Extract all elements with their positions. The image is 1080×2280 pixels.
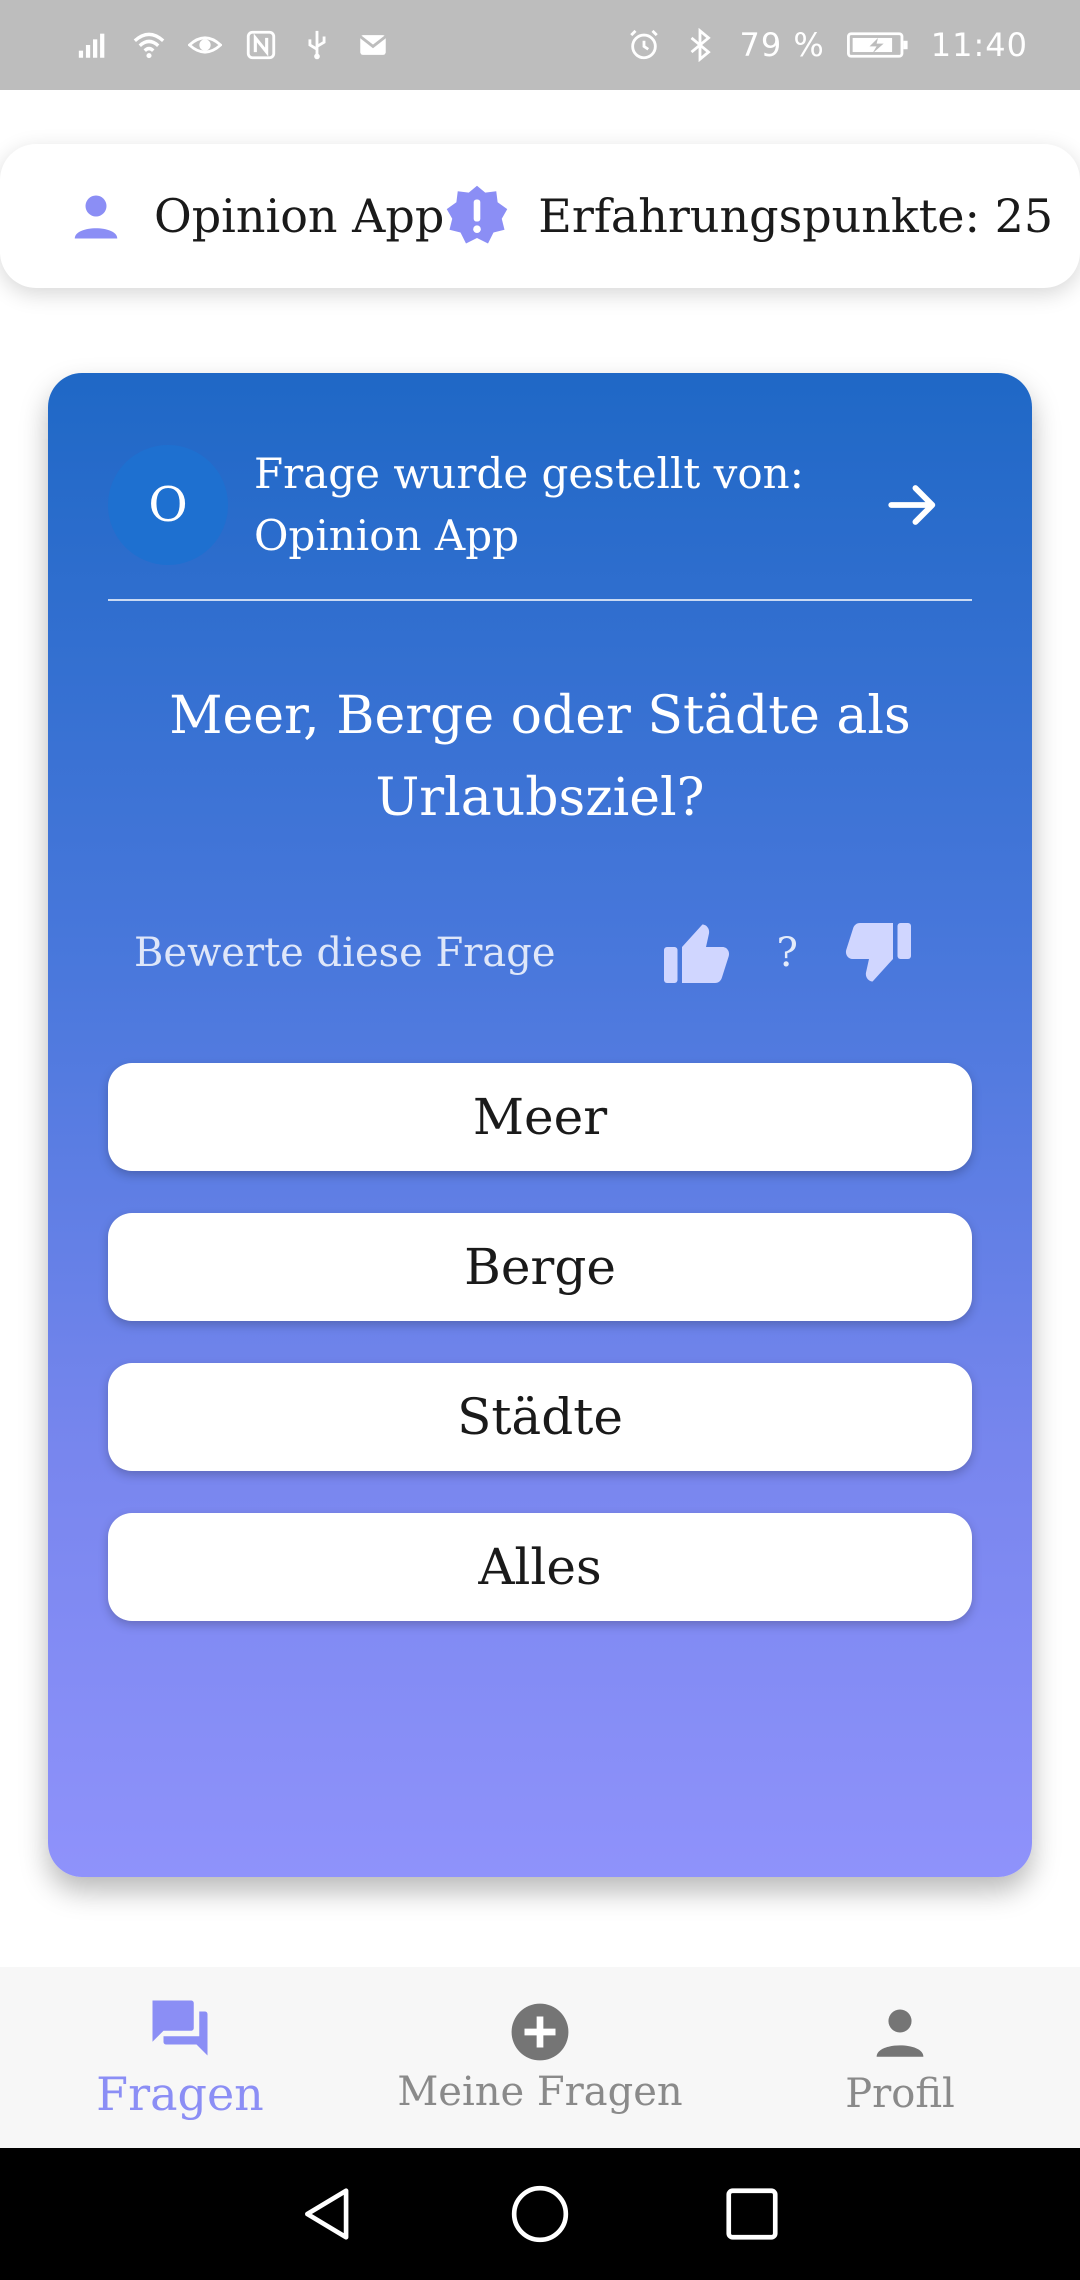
answer-button-alles[interactable]: Alles xyxy=(108,1513,972,1621)
bottom-navigation: Fragen Meine Fragen Profil xyxy=(0,1967,1080,2148)
back-icon[interactable] xyxy=(297,2183,359,2245)
nav-item-fragen[interactable]: Fragen xyxy=(0,1967,360,2148)
asked-by-label: Frage wurde gestellt von: xyxy=(254,449,804,498)
nav-label-profil: Profil xyxy=(845,2070,955,2117)
nav-item-profil[interactable]: Profil xyxy=(720,1967,1080,2148)
asker-row[interactable]: O Frage wurde gestellt von: Opinion App xyxy=(108,445,972,565)
recents-icon[interactable] xyxy=(721,2183,783,2245)
answer-button-meer[interactable]: Meer xyxy=(108,1063,972,1171)
asked-by-name: Opinion App xyxy=(254,511,520,560)
rating-row: Bewerte diese Frage ? xyxy=(134,913,914,993)
clock: 11:40 xyxy=(930,26,1028,64)
answer-button-staedte[interactable]: Städte xyxy=(108,1363,972,1471)
avatar: O xyxy=(108,445,228,565)
forum-icon xyxy=(147,1995,213,2061)
badge-alert-icon xyxy=(444,183,510,249)
add-circle-icon xyxy=(509,2001,571,2063)
answer-button-berge[interactable]: Berge xyxy=(108,1213,972,1321)
question-card: O Frage wurde gestellt von: Opinion App … xyxy=(48,373,1032,1877)
thumbs-up-icon[interactable] xyxy=(661,917,733,989)
rating-value: ? xyxy=(776,930,798,976)
eye-icon xyxy=(188,28,222,62)
answer-list: Meer Berge Städte Alles xyxy=(108,1063,972,1663)
nfc-icon xyxy=(244,28,278,62)
nav-label-meine-fragen: Meine Fragen xyxy=(397,2068,683,2115)
arrow-right-icon[interactable] xyxy=(884,476,942,534)
person-icon xyxy=(66,186,126,246)
battery-charging-icon xyxy=(846,28,909,62)
app-title: Opinion App xyxy=(154,189,445,243)
system-navigation-bar xyxy=(0,2148,1080,2280)
status-icons-right: 79 % 11:40 xyxy=(627,26,1028,64)
screen: 79 % 11:40 Opinion App Erfahrungspunkte:… xyxy=(0,0,1080,2280)
wifi-icon xyxy=(132,28,166,62)
divider xyxy=(108,599,972,601)
status-bar: 79 % 11:40 xyxy=(0,0,1080,90)
usb-icon xyxy=(300,28,334,62)
thumbs-down-icon[interactable] xyxy=(842,917,914,989)
bluetooth-icon xyxy=(683,28,717,62)
app-title-group: Opinion App xyxy=(66,186,444,246)
experience-points-group: Erfahrungspunkte: 25 xyxy=(444,183,1053,249)
asker-text: Frage wurde gestellt von: Opinion App xyxy=(254,443,884,567)
alarm-icon xyxy=(627,28,661,62)
signal-icon xyxy=(76,28,110,62)
person-icon xyxy=(867,1999,933,2065)
rate-label: Bewerte diese Frage xyxy=(134,930,556,976)
status-icons-left xyxy=(76,28,390,62)
battery-percent: 79 % xyxy=(739,26,825,64)
experience-points: Erfahrungspunkte: 25 xyxy=(538,189,1054,243)
mail-icon xyxy=(356,28,390,62)
nav-item-meine-fragen[interactable]: Meine Fragen xyxy=(360,1967,720,2148)
app-header: Opinion App Erfahrungspunkte: 25 xyxy=(0,144,1080,288)
question-text: Meer, Berge oder Städte als Urlaubsziel? xyxy=(169,686,911,828)
home-icon[interactable] xyxy=(509,2183,571,2245)
nav-label-fragen: Fragen xyxy=(96,2066,264,2121)
